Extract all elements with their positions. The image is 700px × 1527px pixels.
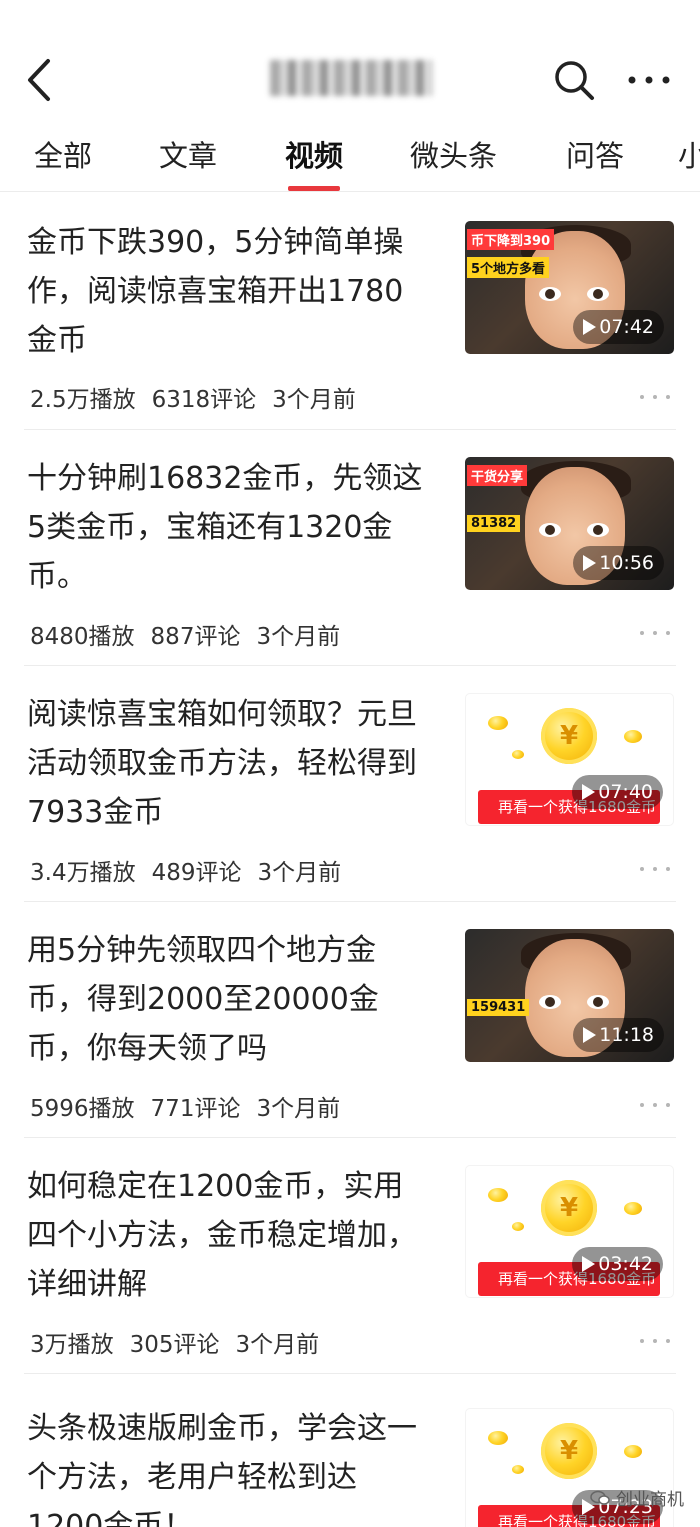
thumbnail-caption: 干货分享 (467, 465, 528, 486)
item-more-icon[interactable] (640, 1098, 670, 1112)
video-thumbnail[interactable]: 159431 11:18 (465, 929, 674, 1062)
coin-icon (488, 1188, 508, 1202)
tab-videos[interactable]: 视频 (285, 136, 343, 176)
more-button[interactable] (626, 62, 672, 98)
thumbnail-caption: 5个地方多看 (467, 257, 550, 278)
watermark: 创业商机 (590, 1485, 684, 1510)
blurred-account-name (270, 60, 432, 96)
video-duration: 03:42 (572, 1247, 663, 1281)
watermark-text: 创业商机 (616, 1490, 684, 1510)
video-meta: 2.5万播放 6318评论 3个月前 (30, 380, 372, 414)
video-meta: 3万播放 305评论 3个月前 (30, 1325, 335, 1359)
play-count: 3.4万播放 (30, 860, 136, 886)
thumbnail-caption: 币下降到390 (467, 229, 555, 250)
video-title[interactable]: 金币下跌390，5分钟简单操作，阅读惊喜宝箱开出1780金币 (27, 218, 432, 365)
tab-qa[interactable]: 问答 (566, 136, 624, 176)
video-thumbnail[interactable]: 币下降到390 5个地方多看 07:42 (465, 221, 674, 354)
coin-icon (512, 1465, 524, 1474)
divider (24, 665, 676, 666)
video-meta: 3.4万播放 489评论 3个月前 (30, 853, 357, 887)
item-more-icon[interactable] (640, 390, 670, 404)
yen-coin-icon: ¥ (541, 1423, 597, 1479)
coin-icon (624, 1445, 642, 1458)
video-title[interactable]: 阅读惊喜宝箱如何领取？元旦活动领取金币方法，轻松得到7933金币 (27, 690, 432, 837)
comment-count: 489评论 (151, 860, 242, 886)
comment-count: 771评论 (150, 1096, 241, 1122)
wechat-icon (590, 1490, 610, 1505)
coin-icon (624, 1202, 642, 1215)
tab-articles[interactable]: 文章 (159, 136, 217, 176)
video-meta: 8480播放 887评论 3个月前 (30, 617, 356, 651)
play-count: 2.5万播放 (30, 387, 136, 413)
tab-partial[interactable]: 小 (678, 136, 700, 176)
video-title[interactable]: 用5分钟先领取四个地方金币，得到2000至20000金币，你每天领了吗 (27, 926, 432, 1073)
coin-icon (624, 730, 642, 743)
play-count: 8480播放 (30, 624, 135, 650)
coin-icon (488, 716, 508, 730)
publish-time: 3个月前 (235, 1332, 320, 1358)
publish-time: 3个月前 (256, 1096, 341, 1122)
coin-icon (512, 1222, 524, 1231)
top-bar (0, 0, 700, 130)
yen-coin-icon: ¥ (541, 708, 597, 764)
video-duration: 10:56 (573, 546, 664, 580)
category-tabs: 全部 文章 视频 微头条 问答 小 (0, 128, 700, 192)
video-thumbnail[interactable]: 干货分享 81382 10:56 (465, 457, 674, 590)
publish-time: 3个月前 (272, 387, 356, 413)
play-count: 5996播放 (30, 1096, 135, 1122)
item-more-icon[interactable] (640, 626, 670, 640)
search-icon (555, 61, 594, 100)
coin-icon (512, 750, 524, 759)
search-button[interactable] (552, 58, 596, 102)
tab-all[interactable]: 全部 (34, 136, 92, 176)
item-more-icon[interactable] (640, 1334, 670, 1348)
back-button[interactable] (22, 55, 62, 105)
tab-micro-headlines[interactable]: 微头条 (410, 136, 497, 176)
comment-count: 887评论 (150, 624, 241, 650)
video-thumbnail[interactable]: ¥ 再看一个获得1680金币 03:42 (465, 1165, 674, 1298)
active-tab-indicator (288, 186, 340, 191)
video-title[interactable]: 如何稳定在1200金币，实用四个小方法，金币稳定增加，详细讲解 (27, 1162, 432, 1309)
video-duration: 07:42 (573, 310, 664, 344)
play-count: 3万播放 (30, 1332, 114, 1358)
video-duration: 07:40 (572, 775, 663, 809)
coin-icon (488, 1431, 508, 1445)
comment-count: 6318评论 (151, 387, 257, 413)
thumbnail-caption: 159431 (467, 999, 530, 1016)
divider (24, 429, 676, 430)
more-horizontal-icon (628, 76, 670, 84)
thumbnail-caption: 81382 (467, 515, 521, 532)
video-title[interactable]: 十分钟刷16832金币，先领这5类金币，宝箱还有1320金币。 (27, 454, 432, 601)
yen-coin-icon: ¥ (541, 1180, 597, 1236)
divider (24, 1373, 676, 1374)
comment-count: 305评论 (129, 1332, 220, 1358)
video-thumbnail[interactable]: ¥ 再看一个获得1680金币 07:40 (465, 693, 674, 826)
video-title[interactable]: 头条极速版刷金币，学会这一个方法，老用户轻松到达1200金币！ (27, 1404, 432, 1527)
divider (24, 1137, 676, 1138)
video-duration: 11:18 (573, 1018, 664, 1052)
video-meta: 5996播放 771评论 3个月前 (30, 1089, 356, 1123)
publish-time: 3个月前 (257, 860, 342, 886)
item-more-icon[interactable] (640, 862, 670, 876)
publish-time: 3个月前 (256, 624, 341, 650)
chevron-left-icon (28, 59, 50, 101)
divider (24, 901, 676, 902)
